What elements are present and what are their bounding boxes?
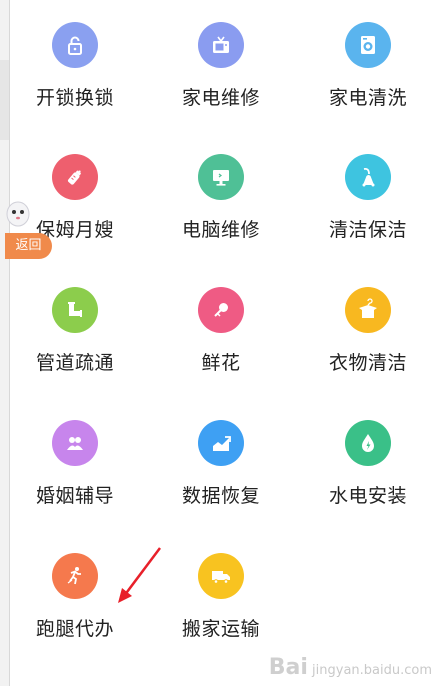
service-item-plumbing-electric[interactable]: 水电安装 <box>308 398 428 508</box>
red-arrow-icon <box>118 547 161 603</box>
service-item-nanny[interactable]: 保姆月嫂 <box>15 132 135 242</box>
service-item-unlock[interactable]: 开锁换锁 <box>15 0 135 110</box>
washing-machine-icon <box>345 22 391 68</box>
lock-icon <box>52 22 98 68</box>
tv-icon <box>198 22 244 68</box>
back-button[interactable]: 返回 <box>5 233 52 259</box>
truck-icon <box>198 553 244 599</box>
service-item-computer-repair[interactable]: 电脑维修 <box>161 132 281 242</box>
service-label: 婚姻辅导 <box>35 485 114 507</box>
service-item-flowers[interactable]: 鲜花 <box>161 265 281 375</box>
service-label: 开锁换锁 <box>35 87 114 109</box>
service-label: 电脑维修 <box>181 219 260 241</box>
runner-icon <box>52 553 98 599</box>
service-grid: 开锁换锁 家电维修 家电清洗 保姆月嫂 电脑维修 清洁保洁 管道疏通 鲜花 衣物… <box>0 0 440 686</box>
service-label: 数据恢复 <box>181 485 260 507</box>
service-label: 水电安装 <box>328 485 407 507</box>
service-grid-page: 开锁换锁 家电维修 家电清洗 保姆月嫂 电脑维修 清洁保洁 管道疏通 鲜花 衣物… <box>0 0 440 686</box>
mascot-icon <box>6 201 30 227</box>
flower-icon <box>198 287 244 333</box>
pipe-icon <box>52 287 98 333</box>
service-label: 家电清洗 <box>328 87 407 109</box>
watermark-text: jingyan.baidu.com <box>312 663 432 678</box>
service-label: 鲜花 <box>201 352 241 374</box>
service-label: 管道疏通 <box>35 352 114 374</box>
baby-bottle-icon <box>52 154 98 200</box>
service-label: 家电维修 <box>181 87 260 109</box>
water-drop-icon <box>345 420 391 466</box>
service-item-data-recovery[interactable]: 数据恢复 <box>161 398 281 508</box>
watermark: Bai jingyan.baidu.com <box>269 655 432 680</box>
service-label: 搬家运输 <box>181 618 260 640</box>
service-item-moving[interactable]: 搬家运输 <box>161 531 281 641</box>
service-label: 跑腿代办 <box>35 618 114 640</box>
shirt-icon <box>345 287 391 333</box>
monitor-icon <box>198 154 244 200</box>
service-label: 清洁保洁 <box>328 219 407 241</box>
service-item-appliance-cleaning[interactable]: 家电清洗 <box>308 0 428 110</box>
service-item-pipe-unclog[interactable]: 管道疏通 <box>15 265 135 375</box>
service-item-marriage-counseling[interactable]: 婚姻辅导 <box>15 398 135 508</box>
service-item-appliance-repair[interactable]: 家电维修 <box>161 0 281 110</box>
chart-icon <box>198 420 244 466</box>
couple-icon <box>52 420 98 466</box>
watermark-logo: Bai <box>268 655 308 680</box>
service-item-cleaning[interactable]: 清洁保洁 <box>308 132 428 242</box>
service-label: 衣物清洁 <box>328 352 407 374</box>
service-item-laundry[interactable]: 衣物清洁 <box>308 265 428 375</box>
vacuum-icon <box>345 154 391 200</box>
